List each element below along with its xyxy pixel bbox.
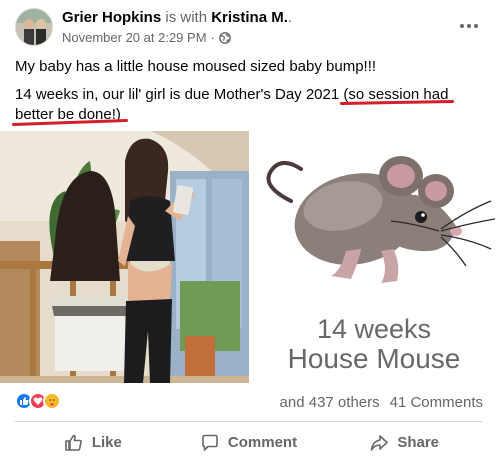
author-name[interactable]: Grier Hopkins bbox=[62, 9, 161, 26]
reaction-summary[interactable] bbox=[15, 392, 61, 410]
caption-weeks: 14 weeks bbox=[316, 314, 432, 344]
tagged-name[interactable]: Kristina M. bbox=[211, 9, 288, 26]
reactions-count[interactable]: and 437 others bbox=[280, 394, 380, 411]
share-button[interactable]: Share bbox=[326, 424, 482, 461]
meta-separator: · bbox=[210, 30, 215, 45]
post-timestamp[interactable]: November 20 at 2:29 PM bbox=[62, 30, 207, 45]
more-options-icon[interactable] bbox=[455, 12, 483, 40]
post-meta: November 20 at 2:29 PM · bbox=[62, 30, 231, 45]
post-photo-left[interactable] bbox=[0, 131, 249, 383]
post-attribution: Grier Hopkins is with Kristina M.. bbox=[62, 9, 292, 26]
author-avatar[interactable] bbox=[15, 8, 53, 46]
thumbs-up-icon bbox=[65, 434, 82, 451]
comment-label: Comment bbox=[227, 434, 298, 451]
share-label: Share bbox=[397, 434, 440, 451]
comment-icon bbox=[202, 434, 218, 451]
comment-button[interactable]: Comment bbox=[171, 424, 327, 461]
care-reaction-icon bbox=[43, 392, 61, 410]
like-label: Like bbox=[91, 434, 122, 451]
post-photo-right[interactable]: 14 weeks House Mouse bbox=[251, 131, 497, 383]
post-line-1: My baby has a little house moused sized … bbox=[15, 58, 377, 75]
post-line-2-text: 14 weeks in, our lil' girl is due Mother… bbox=[15, 86, 344, 103]
house-mouse-illustration bbox=[266, 156, 496, 283]
share-arrow-icon bbox=[371, 434, 389, 451]
caption-fruit-size: House Mouse bbox=[287, 343, 461, 374]
post-header: Grier Hopkins is with Kristina M.. Novem… bbox=[0, 0, 497, 50]
comments-count[interactable]: 41 Comments bbox=[390, 394, 483, 411]
engagement-stats: and 437 others 41 Comments bbox=[280, 394, 483, 411]
like-button[interactable]: Like bbox=[15, 424, 171, 461]
with-text: is with bbox=[161, 9, 212, 26]
globe-icon[interactable] bbox=[218, 31, 231, 44]
action-divider bbox=[15, 421, 482, 422]
post-action-bar: Like Comment Share bbox=[15, 424, 482, 461]
tagged-suffix: . bbox=[287, 9, 293, 26]
post-line-2: 14 weeks in, our lil' girl is due Mother… bbox=[15, 85, 485, 125]
